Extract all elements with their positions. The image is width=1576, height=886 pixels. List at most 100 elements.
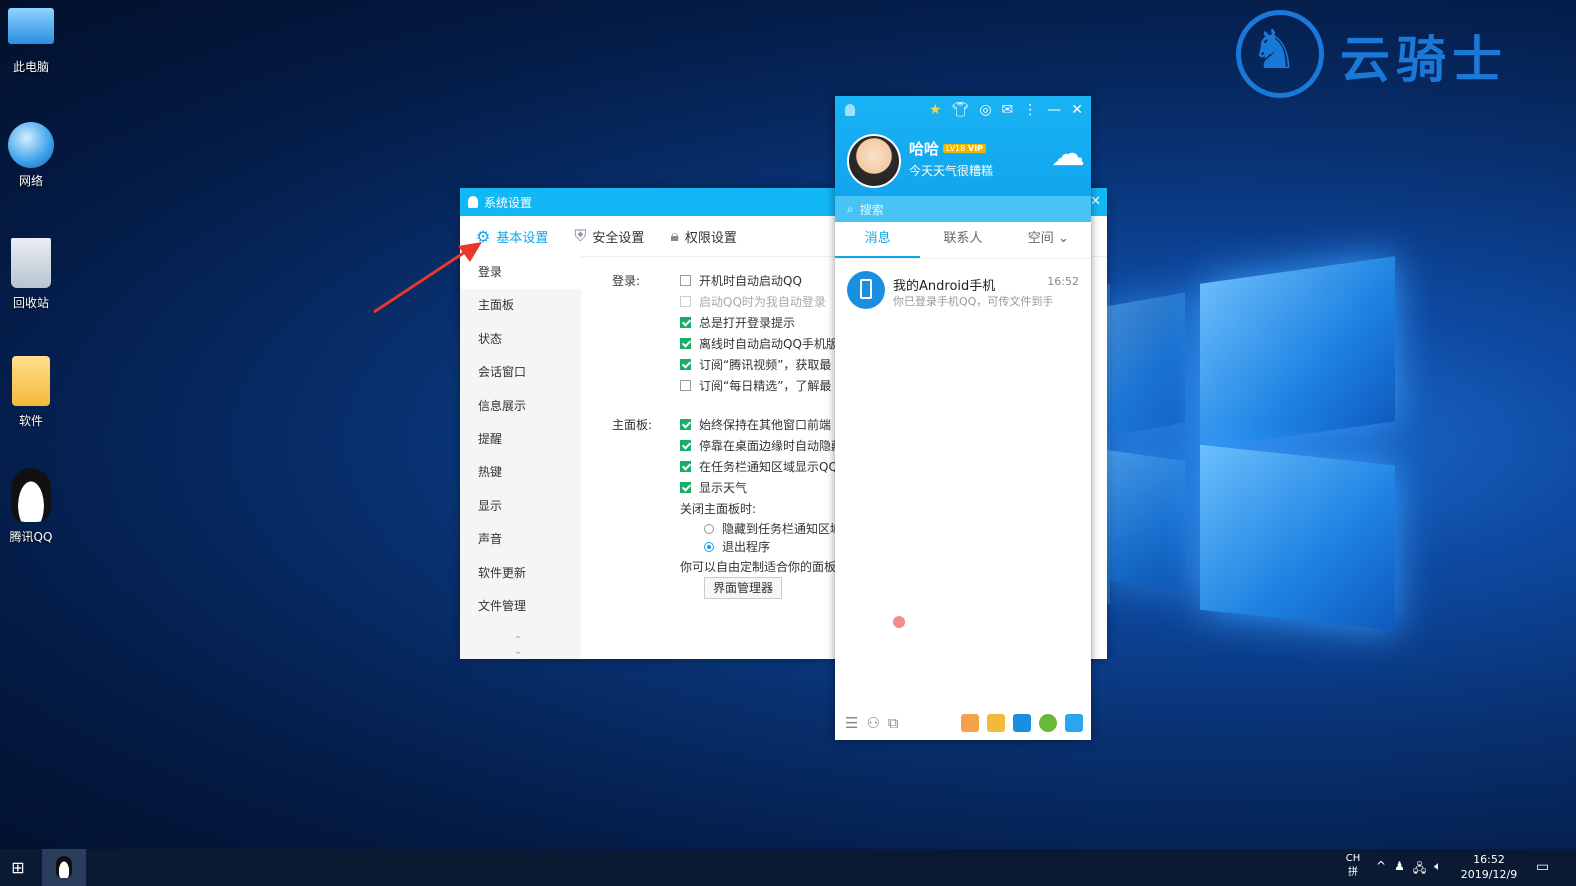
nav-item-display[interactable]: 显示 — [460, 490, 581, 523]
checkbox[interactable] — [680, 317, 691, 328]
option-label: 显示天气 — [699, 481, 748, 495]
close-icon[interactable]: ✕ — [1071, 102, 1083, 118]
search-icon: ⌕ — [847, 201, 854, 216]
checkbox[interactable] — [680, 419, 691, 430]
nav-item-file-management[interactable]: 文件管理 — [460, 590, 581, 623]
computer-icon — [8, 8, 54, 44]
checkbox[interactable] — [680, 338, 691, 349]
chevron-up-icon[interactable]: ^ — [1376, 859, 1386, 880]
vip-badge[interactable]: VIP — [965, 144, 987, 153]
settings-close-button[interactable]: ✕ — [1090, 194, 1101, 209]
file-assistant-icon[interactable]: ⧉ — [888, 714, 899, 732]
tab-permission-settings[interactable]: 🔒︎ 权限设置 — [670, 226, 737, 246]
checkbox[interactable] — [680, 380, 691, 391]
tab-contacts[interactable]: 联系人 — [920, 222, 1005, 258]
opt-offline-mobile[interactable]: 离线时自动启动QQ手机版( — [680, 335, 843, 352]
checkbox[interactable] — [680, 461, 691, 472]
nav-item-software-update[interactable]: 软件更新 — [460, 557, 581, 590]
desktop-icon-software[interactable]: 软件 — [2, 356, 60, 429]
opt-tray-icon[interactable]: 在任务栏通知区域显示QQ图 — [680, 458, 850, 475]
radio-exit-program[interactable]: 退出程序 — [704, 538, 770, 555]
opt-subscribe-video[interactable]: 订阅“腾讯视频”，获取最 — [680, 356, 831, 373]
star-icon[interactable]: ★ — [929, 102, 942, 118]
checkbox[interactable] — [680, 275, 691, 286]
tray-icons: ^ ♟ 🖧︎ 🔈︎ — [1376, 859, 1441, 880]
signature[interactable]: 今天天气很糟糕 — [909, 162, 993, 179]
checkbox[interactable] — [680, 359, 691, 370]
game-app-icon[interactable] — [961, 714, 979, 732]
network-icon[interactable]: 🖧︎ — [1413, 859, 1426, 880]
close-panel-label: 关闭主面板时: — [680, 502, 757, 516]
add-contact-icon[interactable]: ⚇ — [866, 714, 879, 732]
qq-tray-icon[interactable]: ♟ — [1394, 859, 1405, 880]
app-grid-icon[interactable] — [1065, 714, 1083, 732]
desktop-icon-recycle-bin[interactable]: 回收站 — [2, 238, 60, 311]
radio[interactable] — [704, 541, 714, 552]
red-arrow-annotation — [373, 242, 482, 314]
tab-messages[interactable]: 消息 — [835, 222, 921, 258]
desktop-icon-network[interactable]: 网络 — [2, 122, 60, 189]
skin-icon[interactable]: 👕︎ — [952, 102, 970, 118]
windows-start-icon[interactable]: ⊞ — [0, 849, 36, 886]
checkbox[interactable] — [680, 296, 691, 307]
tab-label: 安全设置 — [592, 230, 645, 246]
tab-security-settings[interactable]: ⛨ 安全设置 — [574, 226, 644, 246]
opt-show-weather[interactable]: 显示天气 — [680, 479, 747, 496]
clock-time: 16:52 — [1473, 853, 1505, 866]
opt-autostart[interactable]: 开机时自动启动QQ — [680, 272, 802, 289]
opt-subscribe-daily[interactable]: 订阅“每日精选”，了解最 — [680, 377, 831, 394]
shield-icon: ⛨ — [574, 226, 587, 245]
desktop-icon-this-pc[interactable]: 此电脑 — [2, 8, 60, 75]
music-app-icon[interactable] — [1039, 714, 1057, 732]
nav-item-chat-window[interactable]: 会话窗口 — [460, 356, 581, 389]
scroll-more-icon[interactable]: ⌃ ⌄ — [514, 635, 522, 657]
pet-app-icon[interactable] — [987, 714, 1005, 732]
qq-search-bar[interactable]: ⌕ 搜索 — [835, 196, 1091, 222]
avatar[interactable] — [847, 134, 901, 188]
mouse-cursor — [893, 616, 905, 628]
mail-icon[interactable]: ✉ — [1002, 102, 1014, 118]
settings-dial-icon[interactable]: ◎ — [979, 102, 991, 118]
taskbar-qq-button[interactable] — [42, 849, 86, 886]
volume-icon[interactable]: 🔈︎ — [1434, 859, 1441, 880]
option-label: 离线时自动启动QQ手机版( — [699, 337, 843, 351]
checkbox[interactable] — [680, 440, 691, 451]
tab-qzone[interactable]: 空间 ⌄ — [1006, 222, 1091, 258]
taskbar: ⊞ CH 拼 ^ ♟ 🖧︎ 🔈︎ 16:52 2019/12/9 ▭ — [0, 849, 1576, 886]
search-input[interactable]: 搜索 — [860, 201, 884, 218]
desktop-icon-label: 软件 — [18, 414, 43, 428]
qq-penguin-icon — [11, 468, 51, 522]
more-icon[interactable]: ⋮ — [1023, 102, 1037, 118]
qq-penguin-icon — [56, 856, 72, 878]
menu-icon[interactable]: ☰ — [845, 714, 858, 732]
opt-autologin[interactable]: 启动QQ时为我自动登录 — [680, 293, 826, 310]
nav-item-reminder[interactable]: 提醒 — [460, 423, 581, 456]
ui-manager-button[interactable]: 界面管理器 — [704, 577, 783, 599]
tab-label: 空间 — [1027, 231, 1054, 246]
minimize-icon[interactable]: — — [1047, 102, 1061, 118]
nav-item-status[interactable]: 状态 — [460, 323, 581, 356]
radio-hide-to-tray[interactable]: 隐藏到任务栏通知区域 — [704, 520, 842, 537]
weather-cloud-icon[interactable]: ☁ — [1051, 134, 1085, 174]
ime-indicator[interactable]: CH 拼 — [1344, 852, 1362, 880]
option-label: 退出程序 — [722, 540, 771, 554]
opt-login-prompt[interactable]: 总是打开登录提示 — [680, 314, 795, 331]
list-item[interactable]: 我的Android手机 16:52 你已登录手机QQ，可传文件到手 — [835, 259, 1091, 315]
network-globe-icon — [8, 122, 54, 168]
nav-item-info-display[interactable]: 信息展示 — [460, 390, 581, 423]
windows-wallpaper-logo — [800, 256, 1400, 640]
opt-always-on-top[interactable]: 始终保持在其他窗口前端 — [680, 416, 831, 433]
qq-header: ★ 👕︎ ◎ ✉ ⋮ — ✕ 哈哈 LV18 VIP 今天天气很糟糕 ☁ — [835, 96, 1091, 196]
knight-icon: ♞ — [1250, 18, 1299, 81]
desktop-icon-tencent-qq[interactable]: 腾讯QQ — [2, 468, 60, 545]
nav-item-hotkeys[interactable]: 热键 — [460, 456, 581, 489]
opt-auto-hide[interactable]: 停靠在桌面边缘时自动隐藏 — [680, 437, 843, 454]
notification-icon[interactable]: ▭ — [1536, 859, 1549, 875]
desktop-icon-label: 腾讯QQ — [9, 530, 53, 544]
nav-item-sound[interactable]: 声音 — [460, 523, 581, 556]
brand-text: 云骑士 — [1340, 30, 1508, 89]
radio[interactable] — [704, 523, 714, 534]
checkbox[interactable] — [680, 482, 691, 493]
taskbar-clock[interactable]: 16:52 2019/12/9 — [1454, 852, 1524, 882]
cloud-app-icon[interactable] — [1013, 714, 1031, 732]
